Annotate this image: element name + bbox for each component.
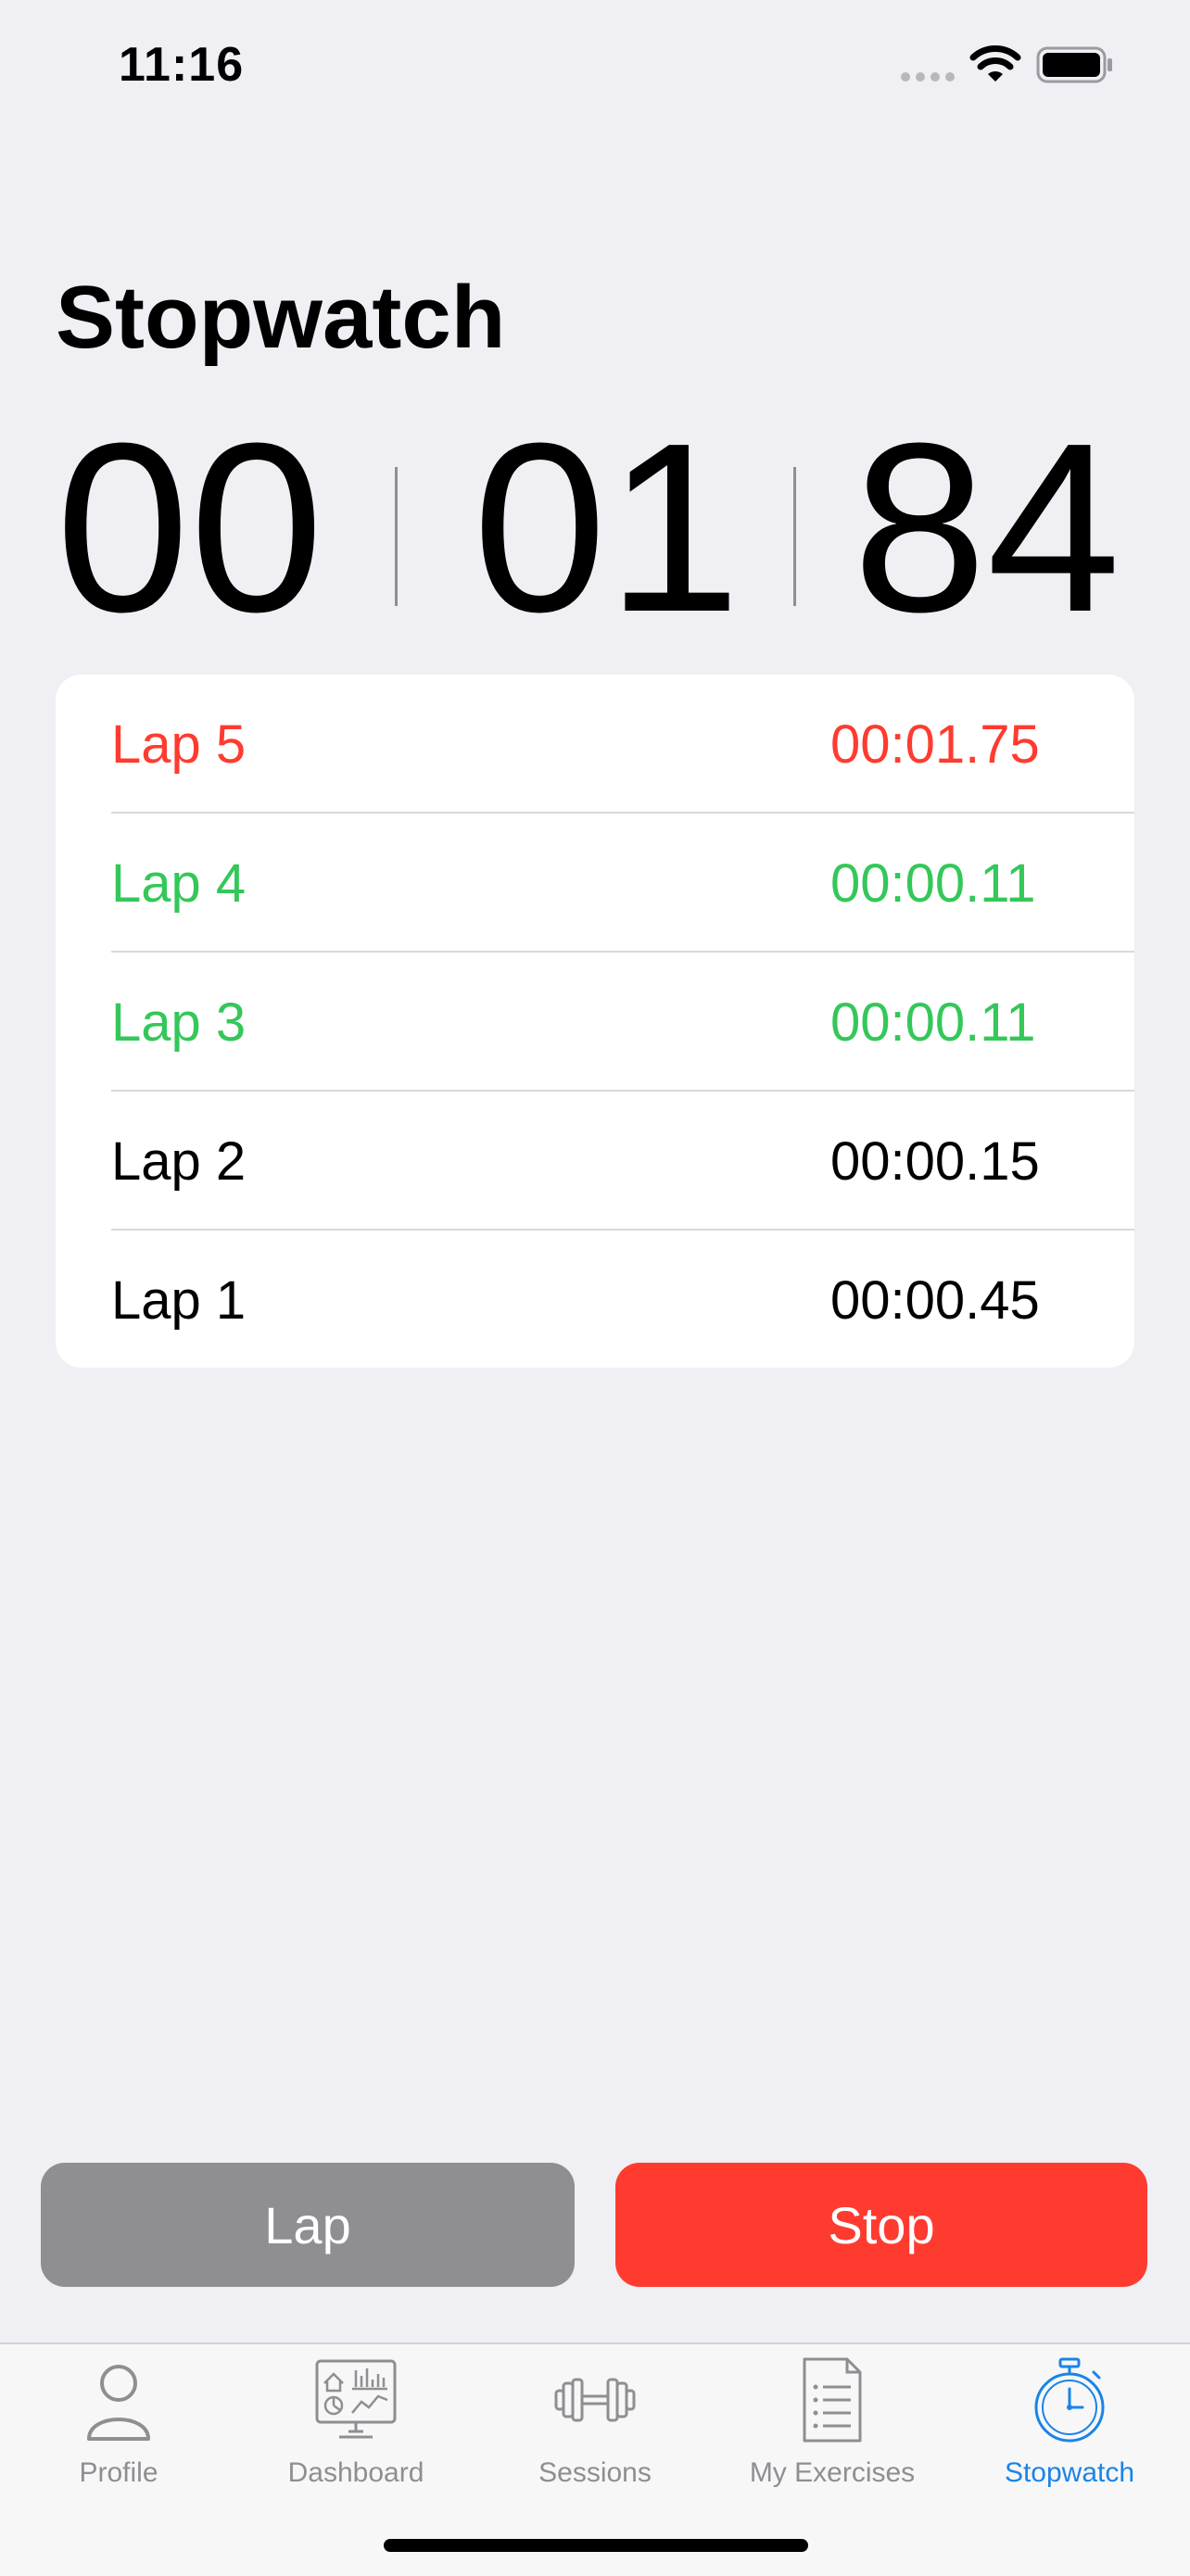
stopwatch-icon	[1034, 2357, 1105, 2443]
time-separator	[793, 467, 796, 606]
tab-dashboard[interactable]: Dashboard	[237, 2344, 475, 2502]
checklist-icon	[803, 2357, 862, 2443]
lap-row: Lap 3 00:00.11	[56, 953, 1134, 1092]
person-icon	[87, 2365, 150, 2441]
home-indicator	[384, 2539, 808, 2552]
tab-label: Stopwatch	[1004, 2457, 1135, 2488]
lap-row: Lap 4 00:00.11	[56, 814, 1134, 953]
dumbbell-icon	[554, 2378, 636, 2422]
lap-time: 00:00.11	[830, 853, 1036, 914]
tab-label: My Exercises	[749, 2457, 916, 2488]
dashboard-icon	[315, 2359, 397, 2439]
tab-label: Sessions	[538, 2457, 652, 2488]
time-centiseconds: 84	[853, 394, 1121, 663]
tab-label: Profile	[79, 2457, 158, 2488]
tab-profile[interactable]: Profile	[0, 2344, 237, 2502]
lap-row: Lap 2 00:00.15	[56, 1092, 1134, 1231]
lap-label: Lap 4	[111, 853, 247, 914]
page-title: Stopwatch	[56, 268, 506, 367]
lap-time: 00:00.15	[830, 1131, 1040, 1192]
status-time: 11:16	[119, 38, 245, 92]
battery-icon	[1036, 46, 1112, 83]
wifi-icon	[969, 45, 1021, 82]
signal-icon	[901, 72, 955, 82]
lap-time: 00:01.75	[830, 714, 1040, 775]
lap-row: Lap 1 00:00.45	[56, 1231, 1134, 1368]
lap-time: 00:00.11	[830, 992, 1036, 1053]
lap-label: Lap 5	[111, 714, 247, 775]
status-bar: 11:16	[0, 0, 1190, 130]
lap-time: 00:00.45	[830, 1270, 1040, 1331]
time-minutes: 00	[56, 394, 324, 663]
lap-label: Lap 3	[111, 992, 247, 1053]
lap-label: Lap 1	[111, 1270, 247, 1331]
tab-my-exercises[interactable]: My Exercises	[714, 2344, 951, 2502]
lap-label: Lap 2	[111, 1131, 247, 1192]
tab-sessions[interactable]: Sessions	[476, 2344, 714, 2502]
lap-button[interactable]: Lap	[41, 2163, 575, 2287]
tab-stopwatch[interactable]: Stopwatch	[951, 2344, 1188, 2502]
tab-label: Dashboard	[287, 2457, 424, 2488]
time-display: 00 01 84	[0, 408, 1190, 649]
laps-list: Lap 5 00:01.75 Lap 4 00:00.11 Lap 3 00:0…	[56, 675, 1134, 1368]
time-seconds: 01	[473, 394, 741, 663]
stop-button[interactable]: Stop	[615, 2163, 1147, 2287]
lap-row: Lap 5 00:01.75	[56, 675, 1134, 814]
time-separator	[395, 467, 398, 606]
